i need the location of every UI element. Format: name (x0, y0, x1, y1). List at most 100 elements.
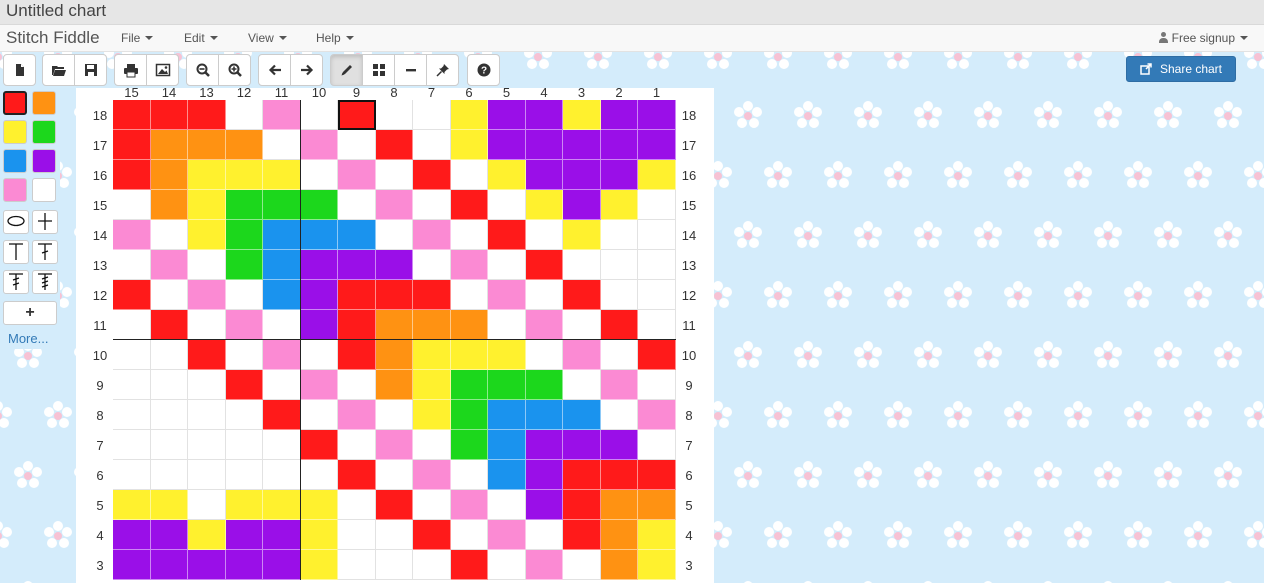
print-button[interactable] (114, 54, 147, 86)
grid-cell[interactable] (113, 490, 151, 520)
grid-cell[interactable] (600, 160, 638, 190)
grid-cell[interactable] (300, 490, 338, 520)
grid-cell[interactable] (225, 340, 263, 370)
color-swatch[interactable] (32, 149, 56, 173)
plus-symbol-button[interactable] (32, 210, 58, 234)
minus-button[interactable] (394, 54, 427, 86)
grid-cell[interactable] (150, 220, 188, 250)
grid-cell[interactable] (113, 100, 151, 130)
grid-cell[interactable] (450, 430, 488, 460)
arrow-right-button[interactable] (290, 54, 323, 86)
grid-cell[interactable] (225, 160, 263, 190)
grid-cell[interactable] (150, 190, 188, 220)
grid-cell[interactable] (113, 400, 151, 430)
grid-cell[interactable] (150, 280, 188, 310)
grid-cell[interactable] (638, 520, 676, 550)
share-chart-button[interactable]: Share chart (1126, 56, 1236, 82)
grid-cell[interactable] (413, 400, 451, 430)
grid-cell[interactable] (413, 310, 451, 340)
grid-cell[interactable] (450, 370, 488, 400)
grid-cell[interactable] (263, 460, 301, 490)
image-button[interactable] (146, 54, 179, 86)
zoom-in-button[interactable] (218, 54, 251, 86)
grid-cell[interactable] (563, 220, 601, 250)
grid-cell[interactable] (450, 250, 488, 280)
grid-cell[interactable] (300, 250, 338, 280)
grid-cell[interactable] (450, 340, 488, 370)
grid-cell[interactable] (450, 280, 488, 310)
grid-cell[interactable] (525, 340, 563, 370)
grid-cell[interactable] (450, 160, 488, 190)
grid-cell[interactable] (225, 130, 263, 160)
menu-file[interactable]: File (121, 31, 154, 45)
grid-cell[interactable] (600, 400, 638, 430)
grid-cell[interactable] (638, 400, 676, 430)
grid-cell[interactable] (525, 130, 563, 160)
grid-cell[interactable] (225, 430, 263, 460)
grid-cell[interactable] (263, 250, 301, 280)
grid-cell[interactable] (338, 550, 376, 580)
grid-cell[interactable] (113, 430, 151, 460)
grid-cell[interactable] (638, 100, 676, 130)
grid-cell[interactable] (188, 370, 226, 400)
grid-cell[interactable] (525, 490, 563, 520)
grid-cell[interactable] (525, 370, 563, 400)
grid-cell[interactable] (600, 220, 638, 250)
grid-cell[interactable] (338, 190, 376, 220)
grid-cell[interactable] (413, 490, 451, 520)
grid-cell[interactable] (413, 280, 451, 310)
grid-cell[interactable] (563, 490, 601, 520)
add-color-button[interactable]: + (3, 301, 57, 325)
grid-cell[interactable] (263, 520, 301, 550)
grid-cell[interactable] (225, 400, 263, 430)
grid-cell[interactable] (488, 370, 526, 400)
grid-cell[interactable] (338, 400, 376, 430)
grid-cell[interactable] (188, 190, 226, 220)
grid-cell[interactable] (375, 550, 413, 580)
color-swatch[interactable] (3, 149, 27, 173)
grid-cell[interactable] (563, 460, 601, 490)
grid-cell[interactable] (225, 520, 263, 550)
grid-cell[interactable] (188, 100, 226, 130)
grid-cell[interactable] (375, 220, 413, 250)
grid-cell[interactable] (525, 430, 563, 460)
grid-cell[interactable] (413, 220, 451, 250)
grid-cell[interactable] (600, 370, 638, 400)
grid-cell[interactable] (488, 310, 526, 340)
save-button[interactable] (74, 54, 107, 86)
grid-cell[interactable] (113, 310, 151, 340)
grid-cell[interactable] (263, 220, 301, 250)
more-link[interactable]: More... (8, 331, 48, 346)
grid-cell[interactable] (450, 130, 488, 160)
grid-cell[interactable] (563, 400, 601, 430)
grid-cell[interactable] (525, 190, 563, 220)
grid-cell[interactable] (113, 190, 151, 220)
grid-cell[interactable] (113, 460, 151, 490)
grid-cell[interactable] (300, 400, 338, 430)
grid-cell[interactable] (150, 490, 188, 520)
grid-cell[interactable] (525, 280, 563, 310)
grid-cell[interactable] (600, 340, 638, 370)
grid-cell[interactable] (413, 340, 451, 370)
grid-cell[interactable] (525, 100, 563, 130)
grid-cell[interactable] (413, 100, 451, 130)
t-symbol-button[interactable] (3, 240, 29, 264)
grid-cell[interactable] (263, 400, 301, 430)
grid-cell[interactable] (150, 400, 188, 430)
grid-cell[interactable] (263, 430, 301, 460)
grid-cell[interactable] (188, 340, 226, 370)
grid-cell[interactable] (263, 130, 301, 160)
grid-cell[interactable] (600, 250, 638, 280)
grid-cell[interactable] (375, 160, 413, 190)
grid-cell[interactable] (488, 250, 526, 280)
grid-cell[interactable] (525, 400, 563, 430)
menu-help[interactable]: Help (316, 31, 354, 45)
grid-cell[interactable] (225, 550, 263, 580)
grid-cell[interactable] (375, 280, 413, 310)
grid-cell[interactable] (300, 280, 338, 310)
grid-cell[interactable] (150, 520, 188, 550)
grid-cell[interactable] (600, 430, 638, 460)
grid-cell[interactable] (450, 460, 488, 490)
grid-cell[interactable] (113, 220, 151, 250)
grid-cell[interactable] (375, 490, 413, 520)
